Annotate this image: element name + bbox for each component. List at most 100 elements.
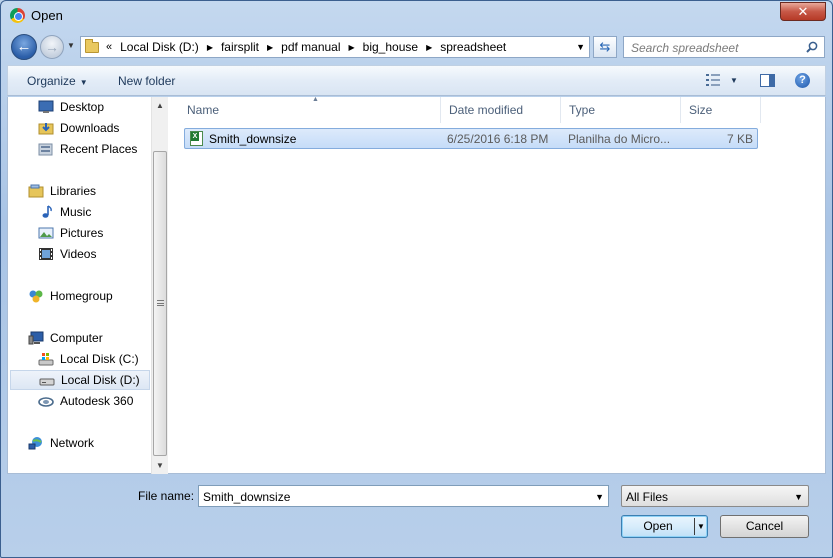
file-name-dropdown-icon[interactable]: ▼ [595,492,604,502]
videos-icon [39,248,53,260]
autodesk-cloud-icon [38,397,54,407]
view-options-chevron-icon[interactable]: ▼ [730,76,738,85]
nav-item-local-disk-d[interactable]: Local Disk (D:) [10,370,150,390]
nav-label-local-disk-d: Local Disk (D:) [61,373,140,387]
file-list: ▲ Name Date modified Type Size Smith_dow… [169,96,826,473]
recent-places-icon [38,143,53,156]
nav-item-pictures[interactable]: Pictures [38,223,152,243]
nav-label-libraries: Libraries [50,184,97,198]
split-divider [694,518,695,535]
breadcrumb-local-disk-d[interactable]: Local Disk (D:) [120,40,199,54]
file-name-field[interactable]: Smith_downsize ▼ [198,485,609,507]
search-input[interactable]: Search spreadsheet [631,41,738,55]
file-row[interactable]: Smith_downsize 6/25/2016 6:18 PM Planilh… [184,128,758,149]
scroll-up-arrow-icon[interactable]: ▲ [152,97,168,114]
nav-label-videos: Videos [60,247,97,261]
file-size: 7 KB [726,132,753,146]
file-name-label: File name: [138,489,195,503]
refresh-button[interactable]: ⇆ [593,36,617,58]
nav-label-homegroup: Homegroup [50,289,113,303]
new-folder-button[interactable]: New folder [118,74,175,88]
content-area: Desktop Downloads Recent Places Librarie… [7,96,826,474]
nav-item-libraries[interactable]: Libraries [28,181,152,201]
column-header-type[interactable]: Type [561,97,681,123]
downloads-icon [38,123,54,135]
navigation-pane: Desktop Downloads Recent Places Librarie… [8,97,152,473]
homegroup-icon [29,290,43,303]
organize-label: Organize [27,74,76,88]
back-button[interactable]: ← [11,34,37,60]
open-dialog: Open ✕ ← → ▼ « Local Disk (D:) ▶ fairspl… [0,0,833,558]
nav-item-music[interactable]: Music [38,202,152,222]
nav-label-downloads: Downloads [60,121,120,135]
navigation-scrollbar[interactable]: ▲ ▼ [151,97,168,474]
breadcrumb-pdf-manual[interactable]: pdf manual [281,40,340,54]
nav-item-autodesk-360[interactable]: Autodesk 360 [38,391,152,411]
cancel-button[interactable]: Cancel [720,515,809,538]
open-options-chevron-icon[interactable]: ▼ [697,516,705,537]
command-bar: Organize ▼ New folder ▼ ? [7,65,826,96]
music-icon [42,205,52,218]
nav-item-computer[interactable]: Computer [28,328,152,348]
address-dropdown-icon[interactable]: ▼ [576,42,585,52]
nav-label-pictures: Pictures [60,226,104,240]
nav-item-downloads[interactable]: Downloads [38,118,152,138]
address-bar[interactable]: « Local Disk (D:) ▶ fairsplit ▶ pdf manu… [80,36,590,58]
computer-icon [28,331,44,345]
file-date: 6/25/2016 6:18 PM [447,132,549,146]
column-header-date[interactable]: Date modified [441,97,561,123]
open-button[interactable]: Open ▼ [621,515,708,538]
nav-item-videos[interactable]: Videos [38,244,152,264]
breadcrumb-big-house[interactable]: big_house [363,40,418,54]
breadcrumb-separator-icon[interactable]: ▶ [426,43,432,52]
nav-label-local-disk-c: Local Disk (C:) [60,352,139,366]
column-name-label: Name [187,103,220,117]
desktop-icon [38,100,54,113]
open-button-label: Open [643,519,673,533]
network-icon [28,437,42,450]
breadcrumb-spreadsheet[interactable]: spreadsheet [440,40,506,54]
nav-label-desktop: Desktop [60,100,105,114]
sort-ascending-icon: ▲ [312,96,319,103]
nav-label-autodesk-360: Autodesk 360 [60,394,134,408]
nav-label-recent-places: Recent Places [60,142,138,156]
breadcrumb-fairsplit[interactable]: fairsplit [221,40,259,54]
nav-item-recent-places[interactable]: Recent Places [38,139,152,159]
dialog-footer: File name: Smith_downsize ▼ All Files ▼ … [1,475,832,557]
recent-locations-chevron-icon[interactable]: ▼ [67,41,75,50]
window-title: Open [31,8,63,23]
close-button[interactable]: ✕ [780,2,826,21]
preview-pane-icon[interactable] [760,74,775,87]
scroll-down-arrow-icon[interactable]: ▼ [152,457,168,474]
file-type-select[interactable]: All Files ▼ [621,485,809,507]
nav-item-homegroup[interactable]: Homegroup [28,286,152,306]
scrollbar-thumb[interactable] [153,151,167,456]
breadcrumb-separator-icon[interactable]: ▶ [267,43,273,52]
search-box[interactable]: Search spreadsheet [623,36,825,58]
nav-label-music: Music [60,205,92,219]
title-bar: Open ✕ [1,1,832,31]
drive-icon [39,378,55,386]
nav-item-network[interactable]: Network [28,433,152,453]
column-header-name[interactable]: ▲ Name [179,96,441,123]
organize-button[interactable]: Organize ▼ [27,74,88,88]
excel-file-icon [190,131,203,146]
nav-label-computer: Computer [50,331,103,345]
search-icon[interactable] [806,41,818,53]
file-name-value[interactable]: Smith_downsize [203,490,290,504]
chrome-icon [10,8,25,23]
breadcrumb-separator-icon[interactable]: ▶ [207,43,213,52]
crumb-overflow[interactable]: « [106,41,112,53]
nav-item-local-disk-c[interactable]: Local Disk (C:) [38,349,152,369]
change-view-icon[interactable] [706,74,720,86]
column-header-size[interactable]: Size [681,97,761,123]
folder-icon [85,38,99,53]
libraries-icon [28,184,44,198]
forward-button[interactable]: → [40,35,64,59]
chevron-down-icon: ▼ [79,78,88,87]
breadcrumb-separator-icon[interactable]: ▶ [349,43,355,52]
column-headers: ▲ Name Date modified Type Size [179,96,769,123]
file-name: Smith_downsize [209,132,297,146]
help-icon[interactable]: ? [795,73,810,88]
nav-item-desktop[interactable]: Desktop [38,97,152,117]
